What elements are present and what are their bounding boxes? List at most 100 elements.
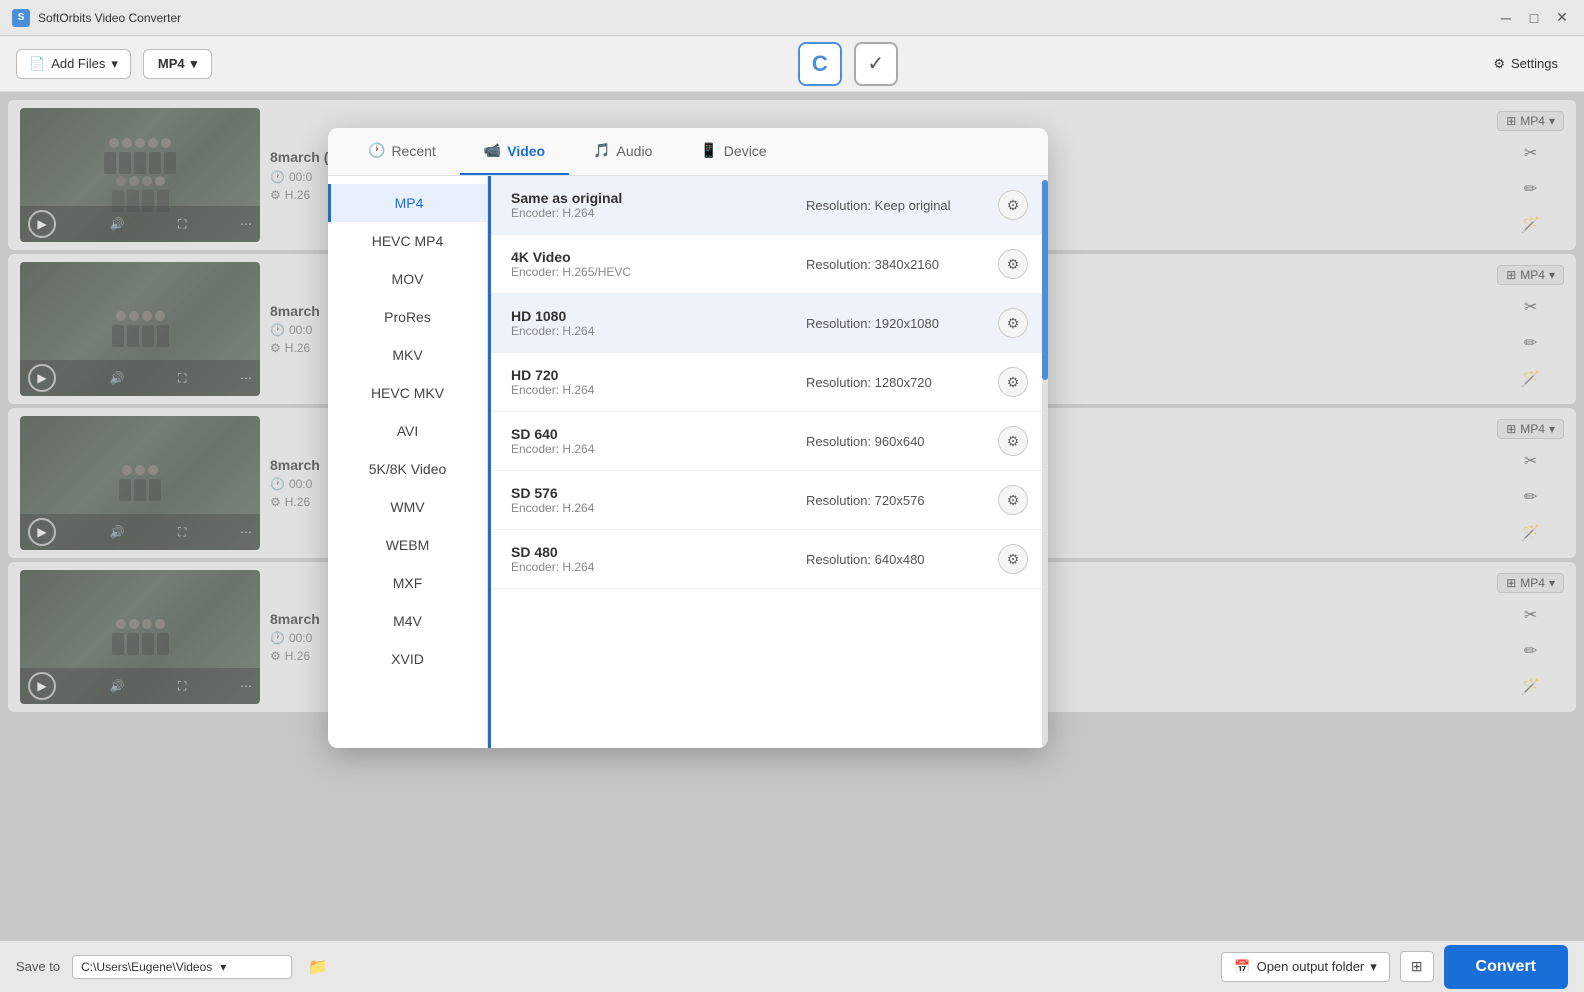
preset-settings-button[interactable]: ⚙ (998, 426, 1028, 456)
format-item-mov[interactable]: MOV (328, 260, 487, 298)
title-bar-left: S SoftOrbits Video Converter (12, 9, 181, 27)
convert-button[interactable]: Convert (1444, 945, 1568, 989)
tab-audio[interactable]: 🎵 Audio (569, 128, 676, 175)
settings-label: Settings (1511, 56, 1558, 71)
device-tab-icon: 📱 (700, 142, 717, 159)
preset-resolution: Resolution: 3840x2160 (806, 257, 986, 272)
format-item-wmv[interactable]: WMV (328, 488, 487, 526)
format-item-xvid[interactable]: XVID (328, 640, 487, 678)
format-picker-modal: 🕐 Recent 📹 Video 🎵 Audio 📱 Device (328, 128, 1048, 748)
preset-info: Same as original Encoder: H.264 (511, 190, 794, 220)
video-tab-label: Video (507, 143, 545, 159)
preset-settings-button[interactable]: ⚙ (998, 544, 1028, 574)
open-output-button[interactable]: 📅 Open output folder ▾ (1221, 952, 1389, 982)
recent-tab-icon: 🕐 (368, 142, 385, 159)
grid-view-button[interactable]: ⊞ (1400, 951, 1434, 982)
preset-encoder: Encoder: H.265/HEVC (511, 265, 794, 279)
format-item-label: MOV (392, 271, 424, 287)
maximize-button[interactable]: □ (1524, 8, 1544, 28)
preset-name: Same as original (511, 190, 794, 206)
preset-item-sd640[interactable]: SD 640 Encoder: H.264 Resolution: 960x64… (491, 412, 1048, 471)
format-item-avi[interactable]: AVI (328, 412, 487, 450)
format-item-5k8k[interactable]: 5K/8K Video (328, 450, 487, 488)
modal-scrollbar-thumb (1042, 180, 1048, 380)
preset-resolution: Resolution: 1280x720 (806, 375, 986, 390)
tab-device[interactable]: 📱 Device (676, 128, 790, 175)
preset-resolution: Resolution: 640x480 (806, 552, 986, 567)
audio-tab-label: Audio (617, 143, 653, 159)
preset-name: SD 576 (511, 485, 794, 501)
window-controls: ─ □ ✕ (1496, 8, 1572, 28)
format-item-mkv[interactable]: MKV (328, 336, 487, 374)
preset-encoder: Encoder: H.264 (511, 442, 794, 456)
tab-recent[interactable]: 🕐 Recent (344, 128, 460, 175)
save-to-path[interactable]: C:\Users\Eugene\Videos ▾ (72, 955, 292, 979)
format-item-hevc-mp4[interactable]: HEVC MP4 (328, 222, 487, 260)
format-item-m4v[interactable]: M4V (328, 602, 487, 640)
convert-icon-button[interactable]: C (798, 42, 842, 86)
preset-name: HD 1080 (511, 308, 794, 324)
preset-info: SD 480 Encoder: H.264 (511, 544, 794, 574)
preset-info: SD 576 Encoder: H.264 (511, 485, 794, 515)
save-path-chevron: ▾ (220, 960, 226, 974)
format-item-prores[interactable]: ProRes (328, 298, 487, 336)
modal-overlay: 🕐 Recent 📹 Video 🎵 Audio 📱 Device (0, 92, 1584, 940)
check-icon-button[interactable]: ✓ (854, 42, 898, 86)
preset-name: SD 480 (511, 544, 794, 560)
preset-settings-button[interactable]: ⚙ (998, 367, 1028, 397)
preset-name: 4K Video (511, 249, 794, 265)
open-output-chevron: ▾ (1370, 959, 1377, 975)
preset-info: HD 720 Encoder: H.264 (511, 367, 794, 397)
settings-gear-icon: ⚙ (1493, 56, 1505, 72)
modal-scrollbar[interactable] (1042, 180, 1048, 748)
preset-item-sd576[interactable]: SD 576 Encoder: H.264 Resolution: 720x57… (491, 471, 1048, 530)
preset-resolution: Resolution: 720x576 (806, 493, 986, 508)
preset-item-sd480[interactable]: SD 480 Encoder: H.264 Resolution: 640x48… (491, 530, 1048, 589)
toolbar: 📄 Add Files ▾ MP4 ▾ C ✓ ⚙ Settings (0, 36, 1584, 92)
format-item-mp4[interactable]: MP4 (328, 184, 487, 222)
preset-name: SD 640 (511, 426, 794, 442)
preset-settings-button[interactable]: ⚙ (998, 308, 1028, 338)
app-icon: S (12, 9, 30, 27)
browse-folder-button[interactable]: 📁 (304, 953, 332, 981)
bottom-bar: Save to C:\Users\Eugene\Videos ▾ 📁 📅 Ope… (0, 940, 1584, 992)
format-item-label: ProRes (384, 309, 431, 325)
modal-tabs: 🕐 Recent 📹 Video 🎵 Audio 📱 Device (328, 128, 1048, 176)
file-icon: 📄 (29, 56, 45, 72)
format-item-hevc-mkv[interactable]: HEVC MKV (328, 374, 487, 412)
preset-settings-button[interactable]: ⚙ (998, 485, 1028, 515)
format-item-label: 5K/8K Video (369, 461, 447, 477)
open-output-label: Open output folder (1257, 959, 1365, 974)
preset-item-same-as-original[interactable]: Same as original Encoder: H.264 Resoluti… (491, 176, 1048, 235)
preset-settings-button[interactable]: ⚙ (998, 249, 1028, 279)
settings-button[interactable]: ⚙ Settings (1483, 50, 1568, 78)
preset-resolution: Resolution: 960x640 (806, 434, 986, 449)
format-item-mxf[interactable]: MXF (328, 564, 487, 602)
close-button[interactable]: ✕ (1552, 8, 1572, 28)
preset-encoder: Encoder: H.264 (511, 324, 794, 338)
preset-encoder: Encoder: H.264 (511, 206, 794, 220)
format-item-webm[interactable]: WEBM (328, 526, 487, 564)
preset-item-hd1080[interactable]: HD 1080 Encoder: H.264 Resolution: 1920x… (491, 294, 1048, 353)
preset-encoder: Encoder: H.264 (511, 560, 794, 574)
audio-tab-icon: 🎵 (593, 142, 610, 159)
recent-tab-label: Recent (391, 143, 435, 159)
preset-settings-button[interactable]: ⚙ (998, 190, 1028, 220)
add-files-button[interactable]: 📄 Add Files ▾ (16, 49, 131, 79)
save-path-text: C:\Users\Eugene\Videos (81, 960, 212, 974)
preset-name: HD 720 (511, 367, 794, 383)
format-button[interactable]: MP4 ▾ (143, 49, 212, 79)
preset-encoder: Encoder: H.264 (511, 501, 794, 515)
tab-video[interactable]: 📹 Video (460, 128, 569, 175)
preset-item-hd720[interactable]: HD 720 Encoder: H.264 Resolution: 1280x7… (491, 353, 1048, 412)
format-label: MP4 (158, 56, 185, 71)
format-item-label: MKV (392, 347, 422, 363)
minimize-button[interactable]: ─ (1496, 8, 1516, 28)
add-files-label: Add Files (51, 56, 105, 71)
device-tab-label: Device (724, 143, 767, 159)
preset-info: SD 640 Encoder: H.264 (511, 426, 794, 456)
preset-item-4k[interactable]: 4K Video Encoder: H.265/HEVC Resolution:… (491, 235, 1048, 294)
preset-resolution: Resolution: Keep original (806, 198, 986, 213)
format-item-label: WEBM (386, 537, 430, 553)
format-item-label: AVI (397, 423, 419, 439)
